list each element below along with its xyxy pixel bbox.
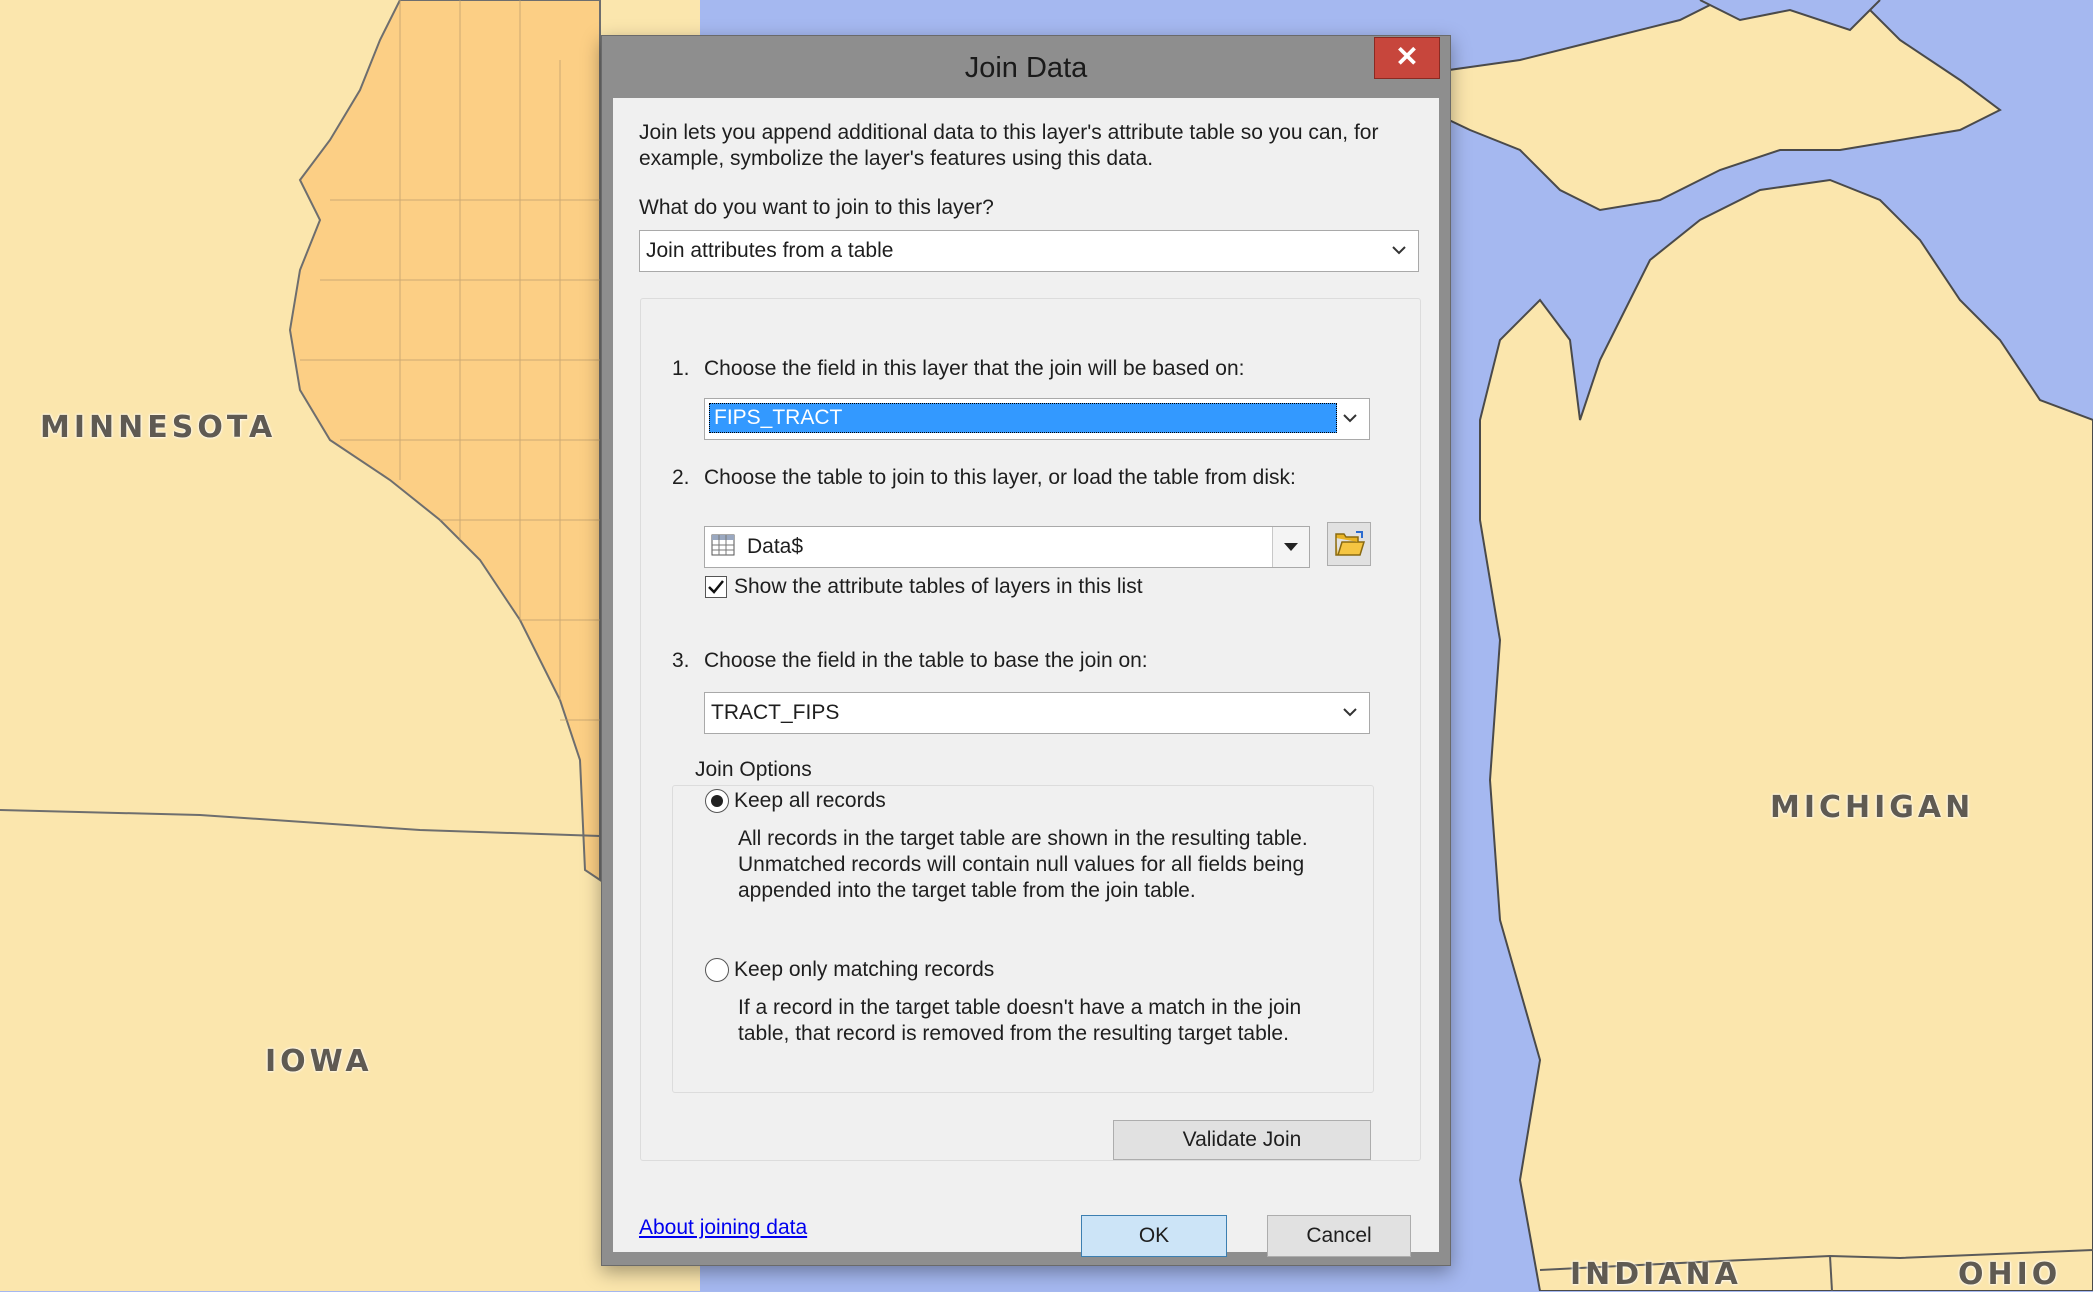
join-type-dropdown[interactable]: Join attributes from a table [639,230,1419,272]
keep-all-radio[interactable] [705,789,729,813]
keep-matching-label: Keep only matching records [734,958,995,981]
step1-number: 1. [672,357,690,380]
join-table-dropdown-button[interactable] [1272,527,1309,567]
chevron-down-icon [1343,708,1357,717]
step1-label: Choose the field in this layer that the … [704,357,1245,380]
table-field-dropdown[interactable]: TRACT_FIPS [704,692,1370,734]
keep-all-desc-line1: All records in the target table are show… [738,827,1308,850]
map-label-indiana: INDIANA [1570,1257,1742,1292]
folder-open-icon [1335,531,1366,556]
intro-text: Join lets you append additional data to … [639,121,1379,170]
map-label-iowa: IOWA [265,1044,373,1079]
map-label-minnesota: MINNESOTA [40,410,277,445]
join-options-legend: Join Options [691,758,816,782]
chevron-down-icon [1343,414,1357,423]
caret-down-icon [1284,543,1298,551]
keep-matching-radio[interactable] [705,958,729,982]
show-layers-label: Show the attribute tables of layers in t… [734,575,1143,598]
dialog-title: Join Data [964,52,1088,84]
layer-field-dropdown[interactable]: FIPS_TRACT [704,398,1370,440]
map-label-michigan: MICHIGAN [1770,790,1975,825]
keep-all-label: Keep all records [734,789,886,812]
keep-matching-description: If a record in the target table doesn't … [738,995,1301,1047]
join-table-dropdown[interactable]: Data$ [704,526,1310,568]
join-question-label: What do you want to join to this layer? [639,196,994,219]
step3-label: Choose the field in the table to base th… [704,649,1148,672]
map-label-ohio: OHIO [1958,1257,2062,1292]
keep-matching-desc-line1: If a record in the target table doesn't … [738,996,1302,1019]
step2-label: Choose the table to join to this layer, … [704,466,1296,489]
close-icon: ✕ [1395,41,1419,72]
about-joining-data-link[interactable]: About joining data [639,1216,807,1240]
close-button[interactable]: ✕ [1374,37,1440,79]
keep-all-description: All records in the target table are show… [738,826,1308,904]
cancel-button[interactable]: Cancel [1267,1215,1411,1257]
table-field-value: TRACT_FIPS [711,701,840,724]
table-icon [711,534,735,556]
step2-number: 2. [672,466,690,489]
browse-table-button[interactable] [1327,522,1371,566]
join-table-value: Data$ [747,535,804,558]
keep-all-desc-line3: appended into the target table from the … [738,879,1196,902]
checkmark-icon [708,580,724,594]
validate-join-button[interactable]: Validate Join [1113,1120,1371,1160]
keep-matching-desc-line2: table, that record is removed from the r… [738,1022,1289,1045]
join-type-value: Join attributes from a table [646,239,894,262]
join-data-dialog: Join Data ✕ Join lets you append additio… [601,35,1451,1266]
keep-all-desc-line2: Unmatched records will contain null valu… [738,853,1305,876]
chevron-down-icon [1392,246,1406,255]
dialog-client-area: Join lets you append additional data to … [613,98,1439,1257]
ok-button[interactable]: OK [1081,1215,1227,1257]
step3-number: 3. [672,649,690,672]
show-layers-checkbox[interactable] [705,576,727,598]
layer-field-value: FIPS_TRACT [709,403,1337,433]
